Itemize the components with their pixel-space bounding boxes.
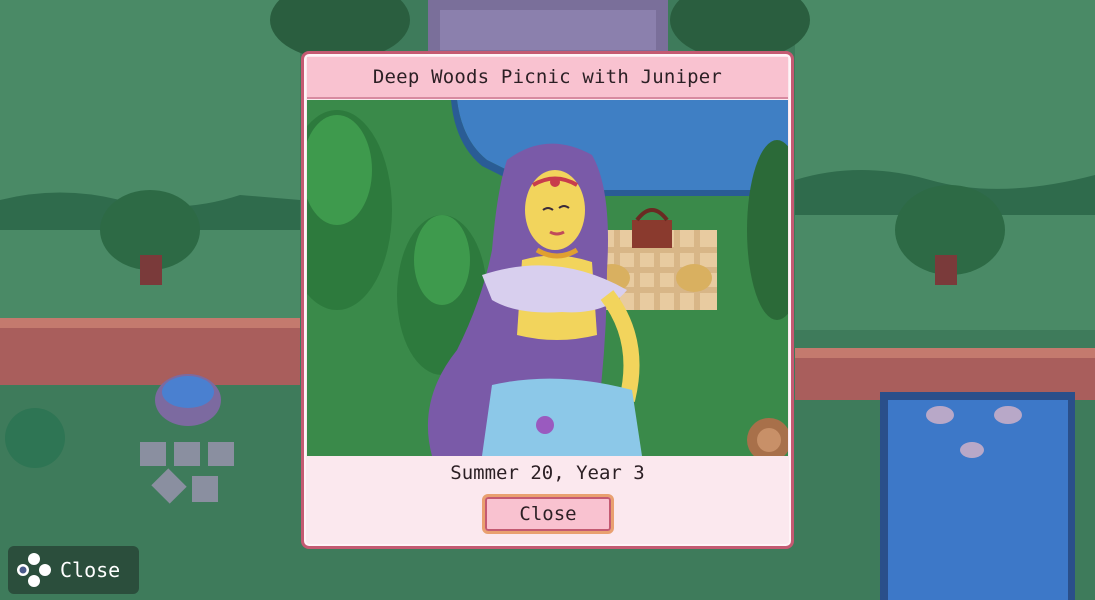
- close-hint[interactable]: Close: [8, 546, 139, 594]
- event-illustration: [307, 100, 788, 456]
- hint-label: Close: [60, 558, 121, 582]
- event-dialog: Deep Woods Picnic with Juniper Summer 20…: [301, 51, 794, 549]
- close-button[interactable]: Close: [482, 494, 614, 534]
- dialog-title: Deep Woods Picnic with Juniper: [372, 66, 723, 88]
- event-date: Summer 20, Year 3: [450, 462, 645, 484]
- dialog-header: Deep Woods Picnic with Juniper: [307, 57, 788, 99]
- dpad-icon: [17, 553, 51, 587]
